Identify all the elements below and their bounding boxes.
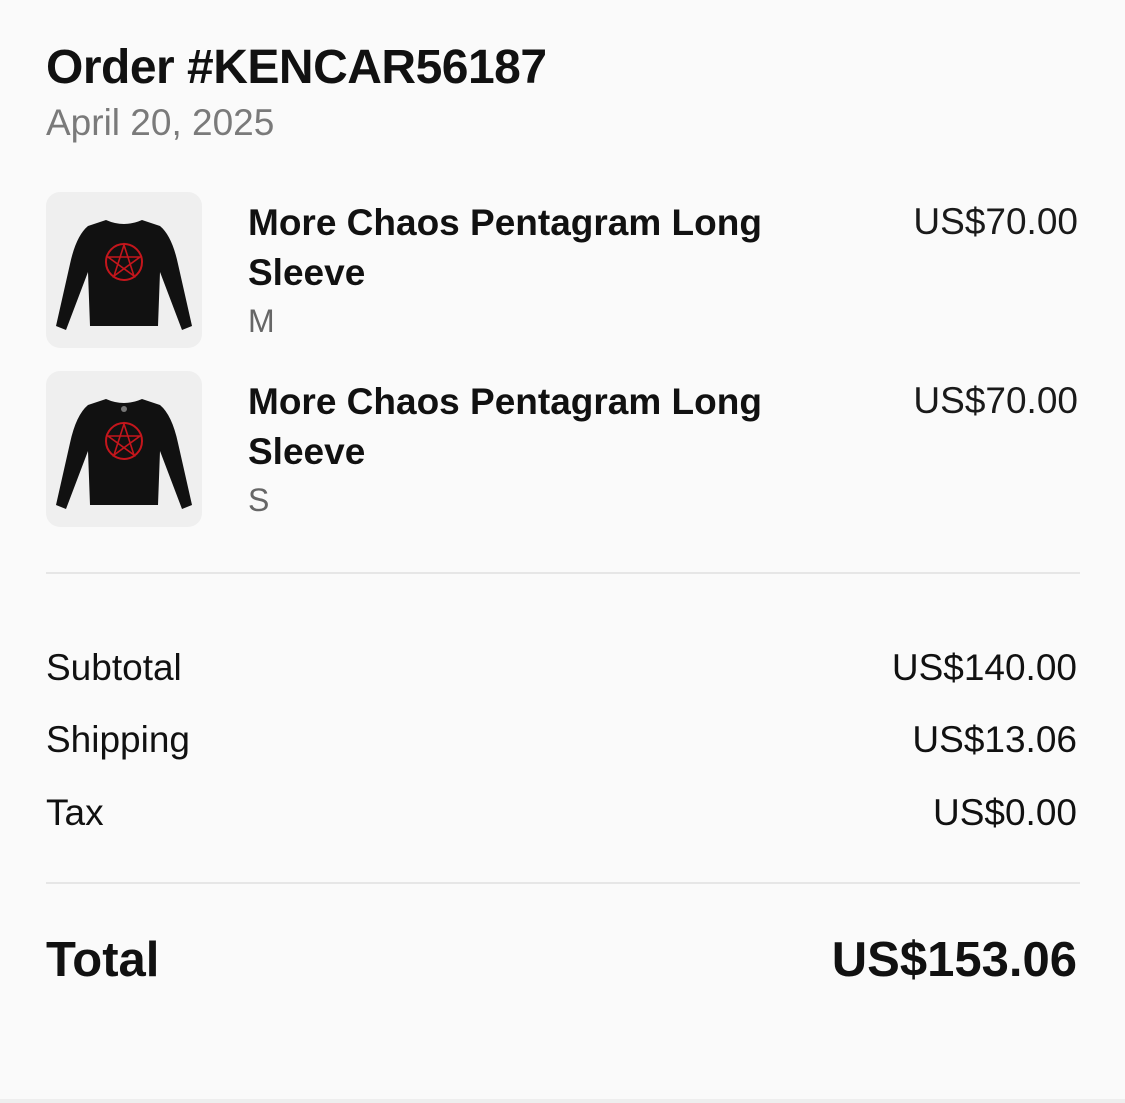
tax-value: US$0.00: [933, 792, 1077, 833]
divider: [46, 882, 1080, 884]
tax-row: Tax US$0.00: [46, 790, 1077, 836]
order-title: Order #KENCAR56187: [46, 41, 547, 94]
subtotal-value: US$140.00: [891, 647, 1077, 688]
subtotal-row: Subtotal US$140.00: [46, 645, 1077, 691]
divider: [46, 572, 1080, 574]
item-price: US$70.00: [913, 201, 1078, 242]
subtotal-label: Subtotal: [46, 647, 182, 688]
shipping-value: US$13.06: [912, 719, 1077, 760]
product-thumbnail[interactable]: [46, 371, 202, 527]
shipping-row: Shipping US$13.06: [46, 717, 1077, 763]
long-sleeve-shirt-icon: [56, 220, 192, 330]
bottom-edge: [0, 1099, 1125, 1103]
product-thumbnail[interactable]: [46, 192, 202, 348]
tax-label: Tax: [46, 792, 104, 833]
shipping-label: Shipping: [46, 719, 191, 760]
total-value: US$153.06: [831, 933, 1077, 987]
item-name[interactable]: More Chaos Pentagram Long Sleeve: [248, 198, 808, 298]
item-variant: S: [248, 482, 270, 518]
item-name[interactable]: More Chaos Pentagram Long Sleeve: [248, 377, 808, 477]
order-date: April 20, 2025: [46, 102, 275, 143]
long-sleeve-shirt-icon: [56, 399, 192, 509]
line-item[interactable]: More Chaos Pentagram Long Sleeve S US$70…: [46, 371, 1078, 527]
line-item[interactable]: More Chaos Pentagram Long Sleeve M US$70…: [46, 192, 1078, 348]
total-row: Total US$153.06: [46, 930, 1077, 990]
total-label: Total: [46, 933, 160, 987]
item-variant: M: [248, 303, 275, 339]
item-price: US$70.00: [913, 380, 1078, 421]
